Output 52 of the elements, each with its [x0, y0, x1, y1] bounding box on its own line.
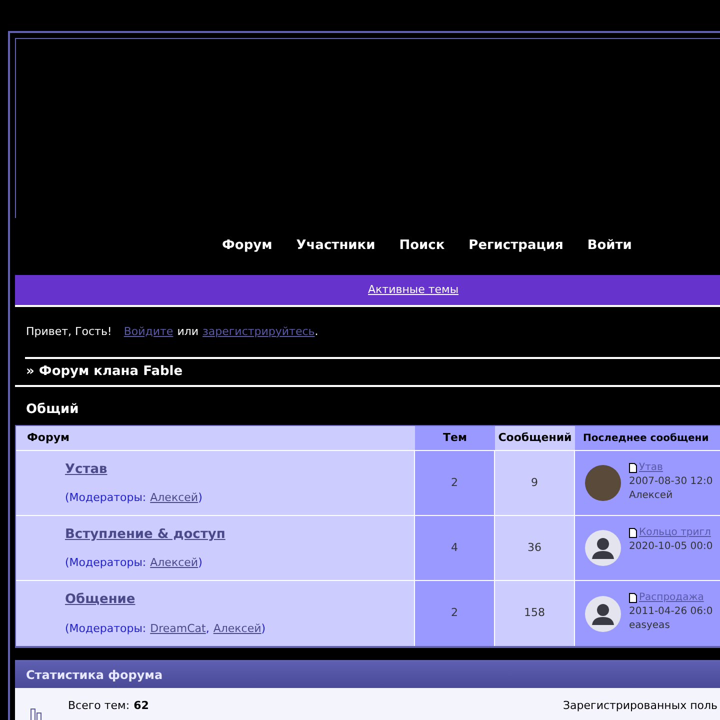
document-icon [629, 528, 637, 538]
last-post-date: 2007-08-30 12:0 [629, 475, 713, 489]
default-avatar-icon [585, 596, 621, 632]
punctuation-text: , [206, 620, 210, 636]
register-link[interactable]: зарегистрируйтесь [202, 324, 315, 340]
stats-title: Статистика форума [26, 667, 163, 684]
login-link[interactable]: Войдите [124, 324, 174, 340]
topics-count-cell: 2 [415, 451, 495, 515]
moderator-link[interactable]: Алексей [213, 620, 262, 637]
document-icon [629, 463, 637, 473]
moderator-link[interactable]: DreamCat [150, 620, 206, 637]
posts-count-cell: 36 [495, 516, 575, 580]
avatar-photo-placeholder [585, 465, 621, 501]
moderators-label: (Модераторы: [65, 620, 146, 636]
nav-link[interactable]: Поиск [399, 236, 445, 256]
column-header: Последнее сообщени [575, 426, 720, 450]
posts-count-cell: 158 [495, 581, 575, 646]
last-post-author: Алексей [629, 489, 674, 503]
active-topics-link[interactable]: Активные темы [368, 282, 459, 298]
breadcrumb: » Форум клана Fable [26, 363, 183, 382]
greeting-text: Привет, Гость! [26, 324, 112, 340]
column-header: Тем [415, 426, 495, 450]
moderator-link[interactable]: Алексей [150, 490, 198, 506]
total-topics-label: Всего тем: [68, 698, 130, 714]
punctuation-text: ) [261, 620, 266, 636]
default-avatar-icon [585, 530, 621, 566]
posts-count-cell: 9 [495, 451, 575, 515]
moderator-link[interactable]: Алексей [150, 554, 198, 571]
document-icon [629, 593, 637, 603]
or-text: или [177, 324, 199, 340]
total-topics-value: 62 [134, 698, 149, 714]
nav-link[interactable]: Участники [296, 236, 376, 256]
topics-count-cell: 4 [415, 516, 495, 580]
moderators-label: (Модераторы: [65, 490, 146, 506]
last-post-author: easyeas [629, 619, 671, 633]
punctuation-text: ) [198, 490, 202, 506]
registered-users-text: Зарегистрированных поль [563, 698, 718, 714]
period-text: . [314, 324, 318, 340]
moderators-label: (Модераторы: [65, 554, 146, 570]
forum-title-link[interactable]: Устав [65, 460, 108, 480]
punctuation-text: ) [198, 554, 202, 570]
last-post-date: 2011-04-26 06:0 [629, 605, 713, 619]
nav-link[interactable]: Регистрация [468, 236, 564, 256]
nav-link[interactable]: Войти [587, 236, 632, 256]
last-post-date: 2020-10-05 00:0 [629, 540, 713, 554]
forum-title-link[interactable]: Общение [65, 590, 136, 610]
column-header: Форум [16, 426, 415, 450]
nav-link[interactable]: Форум [222, 236, 272, 256]
forum-title-link[interactable]: Вступление & доступ [65, 525, 226, 544]
category-title: Общий [26, 400, 79, 418]
topics-count-cell: 2 [415, 581, 495, 646]
column-header: Сообщений [495, 426, 575, 450]
